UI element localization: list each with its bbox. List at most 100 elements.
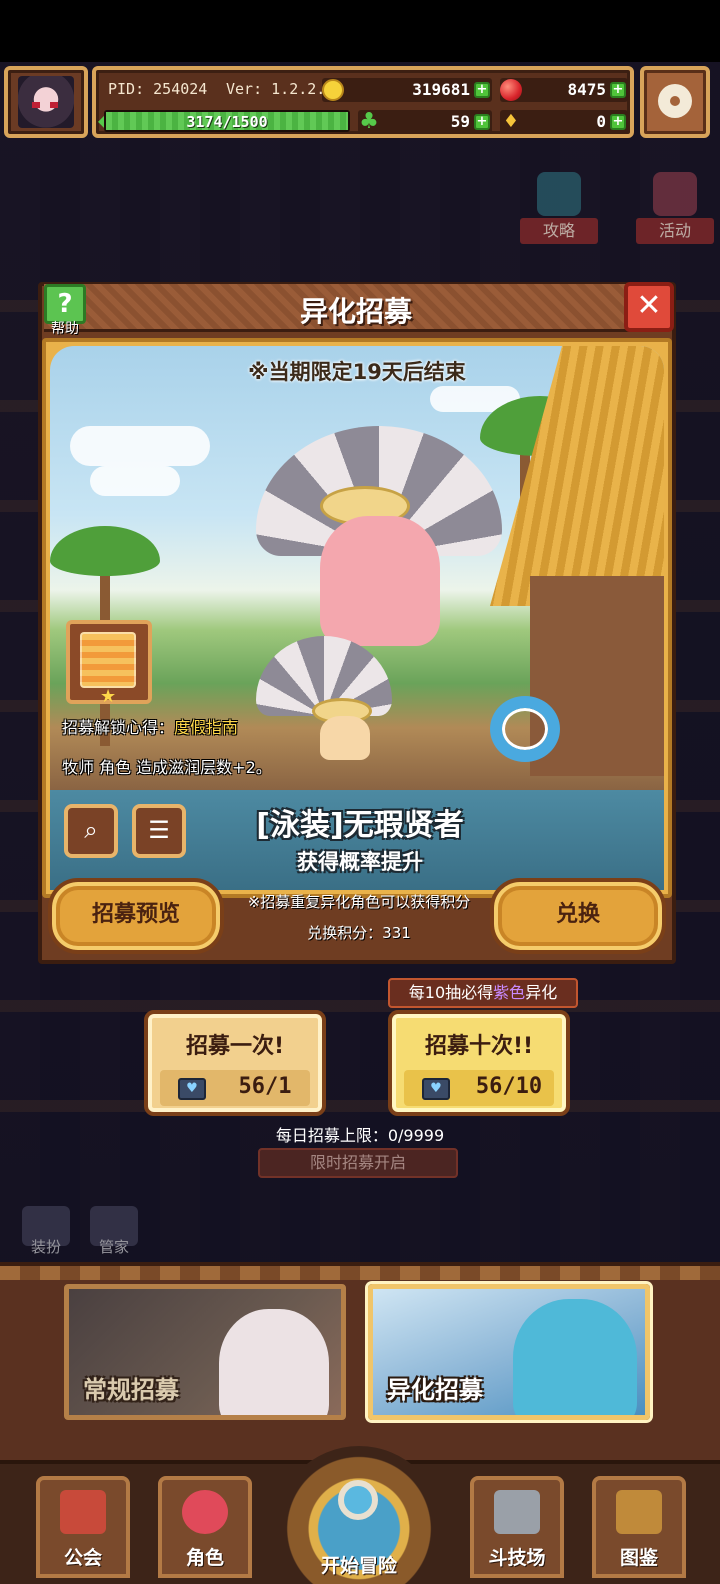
dialog-title-bar: 异化招募 bbox=[44, 284, 668, 332]
nav-codex[interactable]: 图鉴 bbox=[592, 1476, 686, 1578]
duplicate-points-note: ※招募重复异化角色可以获得积分 bbox=[247, 893, 471, 911]
butler-label: 管家 bbox=[98, 1238, 129, 1256]
crossed-swords-icon bbox=[494, 1490, 540, 1534]
gear-icon bbox=[658, 84, 692, 118]
recruit-preview-button[interactable]: 招募预览 bbox=[48, 878, 224, 954]
stamina-value: 3174/1500 bbox=[186, 113, 268, 131]
nav-guild[interactable]: 公会 bbox=[36, 1476, 130, 1578]
recruit-once-label: 招募一次! bbox=[185, 1034, 285, 1059]
player-id: PID: 254024 bbox=[108, 80, 208, 98]
star-icon: ★ bbox=[100, 686, 117, 707]
magnifier-icon: ⌕ bbox=[84, 816, 98, 844]
gold-value: 319681 bbox=[412, 80, 470, 99]
exchange-button[interactable]: 兑换 bbox=[490, 878, 666, 954]
ticket-icon: ♦ bbox=[502, 111, 520, 132]
clover-icon: ♣ bbox=[359, 109, 379, 134]
add-ticket-button[interactable]: + bbox=[610, 114, 626, 130]
stamina-bar: 3174/1500 bbox=[104, 110, 350, 132]
event-limit-notice: ※当期限定19天后结束 bbox=[248, 360, 466, 384]
ticket-counter: ♦ 0 + bbox=[500, 110, 628, 134]
special-recruit-character-art bbox=[513, 1299, 637, 1415]
recruit-once-button[interactable]: 招募一次! ♥ 56/1 bbox=[144, 1010, 326, 1116]
event-button[interactable]: 活动 bbox=[636, 172, 714, 258]
cloud bbox=[70, 426, 210, 466]
balloon-icon bbox=[653, 172, 697, 216]
help-button[interactable]: ? 帮助 bbox=[40, 282, 90, 338]
red-gem-icon bbox=[500, 79, 522, 101]
status-bar bbox=[0, 0, 720, 62]
gem-counter: 8475 + bbox=[500, 78, 628, 102]
tab-normal-label: 常规招募 bbox=[83, 1376, 179, 1404]
unlock-prefix: 招募解锁心得： bbox=[62, 718, 175, 737]
tab-special-recruit[interactable]: 异化招募 bbox=[368, 1284, 650, 1420]
guarantee-banner: 每10抽必得紫色异化 bbox=[388, 978, 578, 1008]
tab-special-label: 异化招募 bbox=[387, 1376, 483, 1404]
help-label: 帮助 bbox=[51, 321, 79, 337]
close-icon: ✕ bbox=[636, 288, 662, 323]
skill-description: 牧师 角色 造成滋润层数+2。 bbox=[62, 758, 272, 777]
unlock-name: 度假指南 bbox=[174, 718, 239, 737]
event-label: 活动 bbox=[636, 218, 714, 244]
nav-codex-label: 图鉴 bbox=[619, 1547, 658, 1569]
nav-character-label: 角色 bbox=[185, 1547, 224, 1569]
guarantee-suffix: 异化 bbox=[525, 983, 558, 1002]
chat-icon bbox=[537, 172, 581, 216]
cloud bbox=[90, 466, 180, 496]
unlock-reward-icon[interactable]: ★ bbox=[66, 620, 152, 707]
guarantee-color: 紫色 bbox=[493, 983, 526, 1002]
close-button[interactable]: ✕ bbox=[624, 282, 674, 332]
list-icon: ☰ bbox=[148, 816, 170, 844]
avatar-portrait bbox=[18, 76, 74, 128]
settings-button[interactable] bbox=[640, 66, 710, 138]
recruit-ten-cost-value: 56/10 bbox=[475, 1074, 543, 1099]
unlock-insight: 招募解锁心得：度假指南 bbox=[62, 714, 238, 738]
add-gem-button[interactable]: + bbox=[610, 82, 626, 98]
recruit-ticket-icon: ♥ bbox=[422, 1078, 450, 1100]
book-icon bbox=[616, 1490, 662, 1534]
recruit-ticket-icon: ♥ bbox=[178, 1078, 206, 1100]
ticket-value: 0 bbox=[596, 112, 606, 131]
guide-button[interactable]: 攻略 bbox=[520, 172, 598, 258]
resource-bar: PID: 254024 Ver: 1.2.2.6 319681 + 8475 +… bbox=[92, 66, 634, 138]
rate-up-text: 获得概率提升 bbox=[297, 850, 423, 874]
player-avatar[interactable] bbox=[4, 66, 88, 138]
recruit-ten-label: 招募十次!! bbox=[424, 1034, 534, 1059]
gold-coin-icon bbox=[322, 79, 344, 101]
outfit-label: 装扮 bbox=[30, 1238, 61, 1256]
game-version: Ver: 1.2.2.6 bbox=[226, 80, 335, 98]
nav-adventure-label: 开始冒险 bbox=[320, 1555, 397, 1577]
recruit-ten-button[interactable]: 招募十次!! ♥ 56/10 bbox=[388, 1010, 570, 1116]
chibi-character bbox=[320, 716, 370, 760]
swim-ring bbox=[490, 696, 560, 762]
magnifier-icon bbox=[338, 1480, 378, 1520]
clover-value: 59 bbox=[450, 112, 470, 131]
exchange-points: 兑换积分：331 bbox=[307, 924, 411, 942]
hero-character-art bbox=[320, 516, 440, 646]
palm-leaves bbox=[50, 526, 160, 576]
recruit-once-cost: ♥ 56/1 bbox=[160, 1070, 310, 1106]
gold-counter: 319681 + bbox=[322, 78, 492, 102]
dialog-title: 异化招募 bbox=[299, 295, 412, 328]
nav-character[interactable]: 角色 bbox=[158, 1476, 252, 1578]
add-gold-button[interactable]: + bbox=[474, 82, 490, 98]
guide-label: 攻略 bbox=[520, 218, 598, 244]
zoom-button[interactable]: ⌕ bbox=[64, 804, 118, 858]
character-icon bbox=[182, 1490, 228, 1534]
daily-recruit-limit: 每日招募上限：0/9999 bbox=[275, 1126, 445, 1145]
guarantee-prefix: 每10抽必得 bbox=[408, 983, 494, 1002]
butler-button[interactable]: 管家 bbox=[86, 1206, 142, 1260]
nav-guild-label: 公会 bbox=[63, 1547, 102, 1569]
add-clover-button[interactable]: + bbox=[474, 114, 490, 130]
tab-normal-recruit[interactable]: 常规招募 bbox=[64, 1284, 346, 1420]
vacation-guide-icon bbox=[80, 632, 136, 688]
guild-icon bbox=[60, 1490, 106, 1534]
featured-hero-name: [泳装]无瑕贤者 bbox=[256, 808, 464, 843]
nav-arena-label: 斗技场 bbox=[488, 1547, 546, 1569]
limited-recruit-open: 限时招募开启 bbox=[258, 1148, 458, 1178]
details-button[interactable]: ☰ bbox=[132, 804, 186, 858]
outfit-button[interactable]: 装扮 bbox=[18, 1206, 74, 1260]
normal-recruit-character-art bbox=[219, 1309, 329, 1415]
nav-arena[interactable]: 斗技场 bbox=[470, 1476, 564, 1578]
clover-counter: ♣ 59 + bbox=[358, 110, 492, 134]
gem-value: 8475 bbox=[567, 80, 606, 99]
